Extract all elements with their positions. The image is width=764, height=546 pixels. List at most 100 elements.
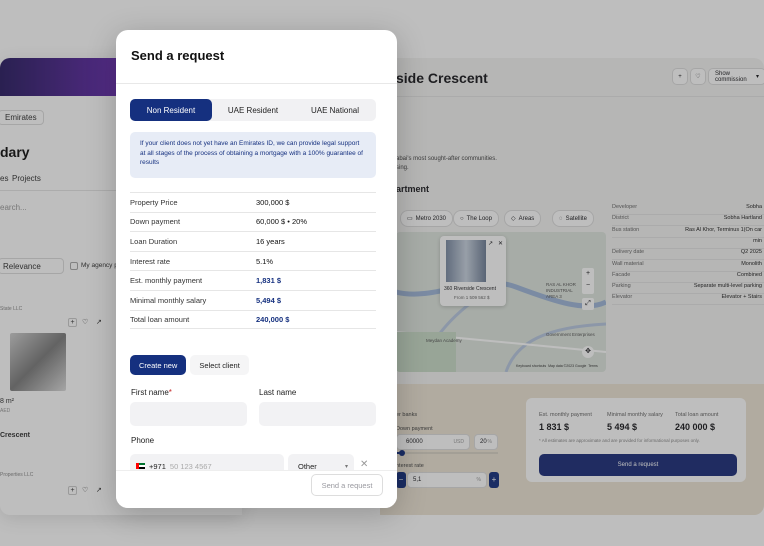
popup-image [446, 240, 486, 282]
summary-row: Total loan amount 240,000 $ [130, 309, 376, 330]
heart-icon-2[interactable]: ♡ [82, 486, 88, 494]
est-payment-value: 1 831 $ [539, 422, 570, 432]
select-client-button[interactable]: Select client [190, 355, 249, 375]
chip-areas[interactable]: ◇ Areas [504, 210, 542, 227]
tab-uae-resident[interactable]: UAE Resident [212, 99, 294, 121]
required-mark: * [168, 388, 172, 397]
map-footer: Keyboard shortcuts Map data ©2023 Google… [516, 364, 598, 368]
emirates-chip[interactable]: Emirates [0, 110, 44, 125]
map-popup[interactable]: 360 Riverside Crescent From 1 509 562 $ … [440, 236, 506, 306]
summary-row: Est. monthly payment 1,831 $ [130, 270, 376, 290]
map[interactable]: 360 Riverside Crescent From 1 509 562 $ … [396, 232, 606, 372]
tab-non-resident[interactable]: Non Resident [130, 99, 212, 121]
first-name-text: First name [131, 388, 169, 397]
down-payment-percent: 20 [480, 439, 487, 445]
detail-value: Separate multi-level parking [693, 283, 762, 290]
developer-label: State LLC [0, 306, 23, 312]
last-name-field[interactable] [259, 402, 376, 426]
relevance-label: Relevance [3, 262, 41, 271]
agency-checkbox[interactable] [70, 262, 78, 270]
down-payment-percent-input[interactable]: 20% [474, 434, 498, 450]
areas-icon: ◇ [511, 216, 516, 222]
popup-title: 360 Riverside Crescent [444, 286, 496, 292]
summary-row: Property Price 300,000 $ [130, 192, 376, 212]
interest-plus-button[interactable]: + [489, 472, 499, 488]
slider-handle[interactable] [399, 450, 405, 456]
left-heading: dary [0, 144, 30, 160]
est-payment-label: Est. monthly payment [539, 412, 592, 418]
banks-label: er banks [396, 412, 418, 418]
left-tab-1[interactable]: es [0, 174, 8, 183]
show-commission-label: Show commission [715, 70, 747, 83]
add-icon[interactable]: + [68, 318, 77, 327]
detail-value: Sobha Hartland [723, 215, 762, 222]
down-payment-slider[interactable] [396, 450, 498, 456]
summary-label: Loan Duration [130, 236, 178, 246]
summary-label: Total loan amount [130, 314, 190, 324]
summary-value: 240,000 $ [256, 314, 290, 324]
detail-label: Bus station [612, 226, 640, 233]
remove-phone-icon[interactable]: ✕ [360, 459, 368, 470]
right-background-window: side Crescent + ♡ Show commission ▾ abai… [380, 58, 764, 515]
card-send-request-button[interactable]: Send a request [539, 454, 737, 476]
chip-satellite[interactable]: ◌ Satellite [552, 210, 594, 227]
map-keyboard-shortcuts[interactable]: Keyboard shortcuts [516, 364, 546, 368]
interest-minus-button[interactable]: − [396, 472, 406, 488]
add-icon-3[interactable]: + [672, 68, 688, 85]
summary-value: 5.1% [256, 256, 274, 266]
location-icon[interactable]: ✥ [582, 346, 594, 358]
first-name-field[interactable] [130, 402, 247, 426]
detail-label: Delivery date [612, 249, 645, 256]
map-terms[interactable]: Terms [588, 364, 598, 368]
total-loan-label: Total loan amount [675, 412, 719, 418]
map-area-label: RAS AL KHOR INDUSTRIAL AREA 3 [546, 282, 576, 300]
detail-label: Developer [612, 204, 638, 210]
detail-value: min [753, 237, 762, 244]
show-commission-button[interactable]: Show commission ▾ [708, 68, 764, 85]
first-name-label: First name* [131, 388, 172, 397]
fullscreen-icon[interactable]: ⤢ [582, 298, 594, 310]
detail-value: Ras Al Khor, Terminus 1(On car [685, 226, 762, 233]
tab-uae-national[interactable]: UAE National [294, 99, 376, 121]
detail-row: District Sobha Hartland [612, 215, 764, 227]
description-line-2: sing. [396, 165, 409, 171]
min-salary-label: Minimal monthly salary [607, 412, 663, 418]
mortgage-calculator: er banks Down payment 60000 USD 20% nter… [380, 384, 764, 515]
heart-icon[interactable]: ♡ [82, 318, 88, 326]
property-image[interactable] [10, 333, 66, 391]
chip-loop[interactable]: ○ The Loop [453, 210, 499, 227]
detail-row: Parking Separate multi-level parking [612, 283, 764, 295]
popup-close-icon[interactable]: ✕ [498, 240, 503, 247]
expand-icon[interactable]: ↗ [488, 240, 493, 247]
share-icon-2[interactable]: ↗ [96, 486, 102, 494]
left-tab-projects[interactable]: Projects [12, 174, 41, 183]
detail-value: Monolith [741, 260, 762, 267]
relevance-select[interactable]: Relevance [0, 258, 64, 274]
left-search-input[interactable]: earch... [0, 203, 27, 212]
detail-row: Facade Combined [612, 272, 764, 283]
interest-input[interactable]: 5,1% [407, 472, 487, 488]
popup-price: From 1 509 562 $ [454, 295, 490, 300]
chip-metro[interactable]: ▭ Metro 2030 [400, 210, 454, 227]
zoom-control[interactable]: + − [582, 268, 594, 294]
map-data: Map data ©2023 Google [548, 364, 587, 368]
developer-label-2: Properties LLC [0, 472, 34, 478]
add-icon-2[interactable]: + [68, 486, 77, 495]
interest-percent-sign: % [476, 477, 481, 483]
chip-loop-label: The Loop [466, 215, 492, 222]
create-new-button[interactable]: Create new [130, 355, 187, 375]
send-request-button[interactable]: Send a request [311, 474, 383, 496]
property-name[interactable]: Crescent [0, 432, 30, 439]
map-label-area: AREA 3 [546, 294, 562, 299]
summary-value: 1,831 $ [256, 276, 282, 286]
share-icon[interactable]: ↗ [96, 318, 102, 326]
heart-icon-3[interactable]: ♡ [690, 68, 706, 85]
summary-value: 5,494 $ [256, 295, 282, 305]
send-request-modal: Send a request Non Resident UAE Resident… [116, 30, 397, 508]
residency-selector: Non Resident UAE Resident UAE National [130, 99, 376, 121]
estimate-note: * All estimates are approximate and are … [539, 438, 700, 443]
total-loan-value: 240 000 $ [675, 422, 716, 432]
uae-flag-icon [136, 463, 145, 469]
down-payment-input[interactable]: 60000 USD [396, 434, 470, 450]
loop-icon: ○ [460, 215, 464, 222]
